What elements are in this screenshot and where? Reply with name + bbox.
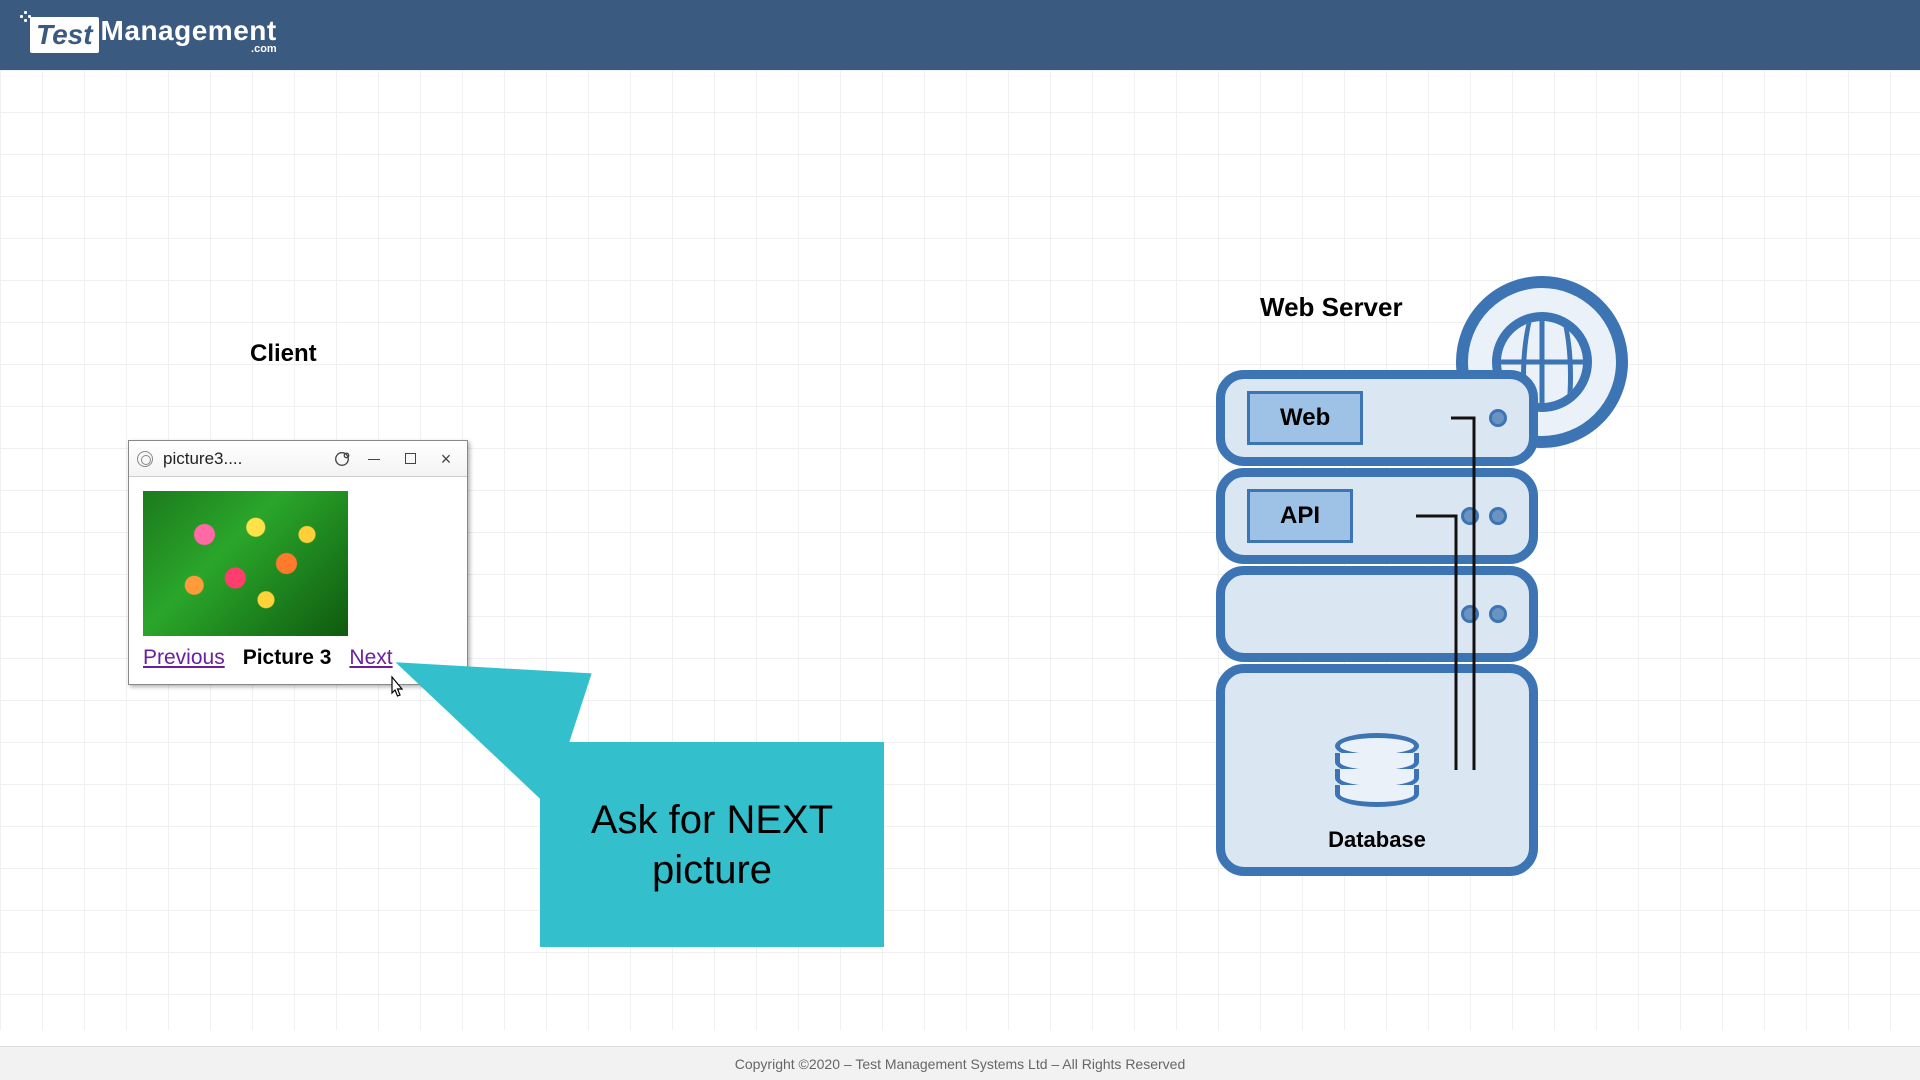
footer-text: Copyright ©2020 – Test Management System… <box>735 1056 1186 1072</box>
top-banner: Test Management .com <box>0 0 1920 70</box>
next-link[interactable]: Next <box>349 646 392 670</box>
logo-rest: Management <box>101 15 277 46</box>
flower-image <box>143 491 348 636</box>
client-label: Client <box>250 340 317 368</box>
database-cylinder-icon <box>1335 733 1419 807</box>
diagram-canvas: Client picture3.... × Previous Picture 3… <box>0 70 1920 1030</box>
callout-text: Ask for NEXT picture <box>540 795 884 895</box>
browser-tab-title: picture3.... <box>163 449 323 469</box>
callout-box: Ask for NEXT picture <box>540 742 884 947</box>
previous-link[interactable]: Previous <box>143 646 225 670</box>
server-stack: Web API Database <box>1216 370 1538 876</box>
minimize-button[interactable] <box>361 451 387 467</box>
maximize-button[interactable] <box>397 451 423 467</box>
webserver-label: Web Server <box>1260 292 1403 323</box>
server-unit-blank <box>1216 566 1538 662</box>
unit-api-label: API <box>1247 489 1353 543</box>
logo-boxed: Test <box>30 17 99 53</box>
close-button[interactable]: × <box>433 450 459 468</box>
server-unit-web: Web <box>1216 370 1538 466</box>
server-unit-api: API <box>1216 468 1538 564</box>
browser-titlebar: picture3.... × <box>129 441 467 477</box>
database-label: Database <box>1225 827 1529 853</box>
logo-boxed-text: Test <box>36 19 93 50</box>
favicon-icon <box>137 451 153 467</box>
logo: Test Management .com <box>30 15 277 55</box>
current-picture-label: Picture 3 <box>243 646 332 670</box>
unit-web-label: Web <box>1247 391 1363 445</box>
footer: Copyright ©2020 – Test Management System… <box>0 1046 1920 1080</box>
server-unit-database: Database <box>1216 664 1538 876</box>
loading-spinner-icon <box>333 450 351 468</box>
